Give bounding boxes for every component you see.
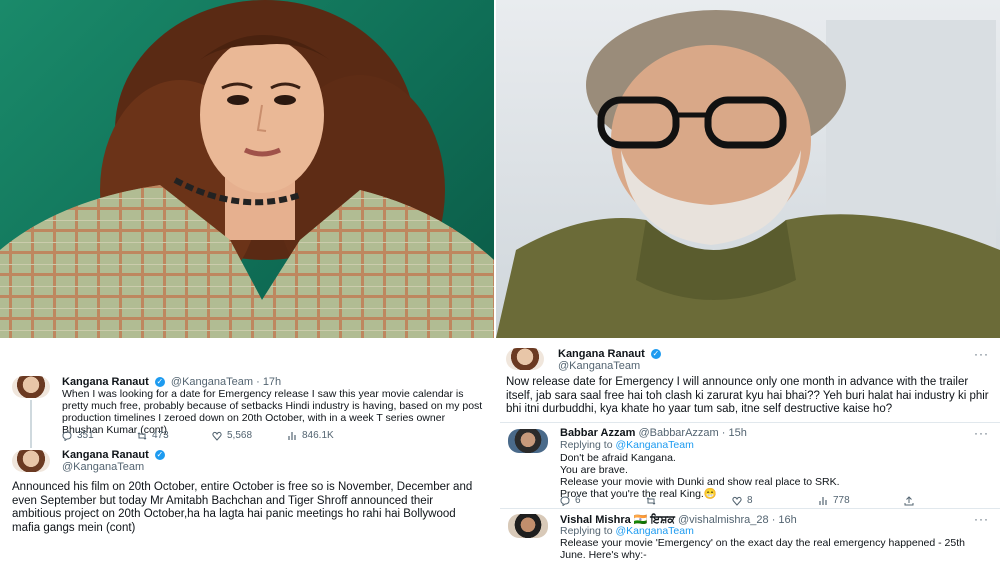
tweet-actions: 351 473 5,568 846.1K <box>62 430 362 441</box>
replying-to-link[interactable]: @KanganaTeam <box>615 525 693 537</box>
man-portrait-image <box>496 10 1000 338</box>
like-count: 8 <box>747 495 753 506</box>
view-count: 778 <box>833 495 850 506</box>
views-button[interactable]: 778 <box>818 495 904 506</box>
replying-label: Replying to <box>560 439 613 451</box>
verified-badge-icon: ✓ <box>154 450 165 461</box>
author-name[interactable]: Kangana Ranaut <box>62 449 149 461</box>
tweet-header: Kangana Ranaut ✓ @KanganaTeam · 17h <box>62 376 281 388</box>
more-options-icon[interactable]: ··· <box>974 347 989 361</box>
retweet-count: 473 <box>152 430 169 441</box>
views-chart-icon <box>288 431 296 440</box>
views-chart-icon <box>819 496 827 505</box>
author-handle[interactable]: @KanganaTeam <box>171 376 253 388</box>
avatar[interactable] <box>508 429 548 453</box>
replying-to-link[interactable]: @KanganaTeam <box>615 439 693 451</box>
author-handle[interactable]: @KanganaTeam <box>558 360 640 372</box>
more-options-icon[interactable]: ··· <box>974 426 989 440</box>
left-portrait-photo <box>0 0 494 338</box>
author-handle[interactable]: @BabbarAzzam <box>638 427 718 439</box>
tweet-time[interactable]: · 16h <box>772 514 797 526</box>
reply-text: Release your movie 'Emergency' on the ex… <box>560 537 965 561</box>
tweet-header: Babbar Azzam @BabbarAzzam · 15h <box>560 427 747 439</box>
reply-icon <box>62 430 72 441</box>
tweet-actions: 6 8 778 <box>560 495 934 506</box>
share-button[interactable] <box>904 495 934 506</box>
view-count: 846.1K <box>302 430 334 441</box>
avatar[interactable] <box>508 514 548 538</box>
share-icon <box>904 495 914 505</box>
reply-line: Don't be afraid Kangana. <box>560 452 676 464</box>
tweet-kangana-3[interactable]: Kangana Ranaut ✓ @KanganaTeam ··· Now re… <box>500 338 1000 423</box>
tweet-header: Kangana Ranaut ✓ @KanganaTeam <box>62 449 168 473</box>
replying-to: Replying to @KanganaTeam <box>560 525 694 537</box>
avatar[interactable] <box>506 348 544 370</box>
author-handle[interactable]: @KanganaTeam <box>62 461 144 473</box>
heart-icon <box>732 496 742 506</box>
heart-icon <box>212 431 222 441</box>
tweet-time[interactable]: · 15h <box>722 427 747 439</box>
tweet-time[interactable]: · 17h <box>256 376 281 388</box>
like-count: 5,568 <box>227 430 253 441</box>
reply-button[interactable]: 351 <box>62 430 137 441</box>
verified-badge-icon: ✓ <box>154 377 165 388</box>
author-name[interactable]: Babbar Azzam <box>560 427 635 439</box>
reply-text: Don't be afraid Kangana. You are brave. … <box>560 452 980 500</box>
replying-to: Replying to @KanganaTeam <box>560 439 694 451</box>
reply-vishal[interactable]: Vishal Mishra 🇮🇳 ਇਸ਼ਕ @vishalmishra_28 ·… <box>500 509 1000 562</box>
views-button[interactable]: 846.1K <box>287 430 362 441</box>
right-portrait-photo <box>496 0 1000 338</box>
more-options-icon[interactable]: ··· <box>974 512 989 526</box>
author-name[interactable]: Kangana Ranaut <box>62 376 149 388</box>
retweet-button[interactable] <box>646 495 732 506</box>
tweet-text: Now release date for Emergency I will an… <box>506 376 989 415</box>
avatar[interactable] <box>12 450 50 472</box>
reply-count: 6 <box>575 495 581 506</box>
right-tweets-panel: Kangana Ranaut ✓ @KanganaTeam ··· Now re… <box>500 338 1000 562</box>
like-button[interactable]: 5,568 <box>212 430 287 441</box>
woman-portrait-image <box>0 0 494 338</box>
tweet-header: Kangana Ranaut ✓ @KanganaTeam <box>558 348 664 372</box>
retweet-icon <box>137 431 147 440</box>
avatar[interactable] <box>12 376 50 398</box>
like-button[interactable]: 8 <box>732 495 818 506</box>
tweet-kangana-2[interactable]: Kangana Ranaut ✓ @KanganaTeam Announced … <box>0 448 500 562</box>
retweet-button[interactable]: 473 <box>137 430 212 441</box>
retweet-icon <box>646 496 656 505</box>
tweet-kangana-1[interactable]: Kangana Ranaut ✓ @KanganaTeam · 17h When… <box>0 338 500 448</box>
replying-label: Replying to <box>560 525 613 537</box>
reply-line: Release your movie with Dunki and show r… <box>560 476 840 488</box>
tweet-text: When I was looking for a date for Emerge… <box>62 388 483 436</box>
author-name[interactable]: Kangana Ranaut <box>558 348 645 360</box>
reply-button[interactable]: 6 <box>560 495 646 506</box>
reply-count: 351 <box>77 430 94 441</box>
reply-icon <box>560 495 570 506</box>
reply-babbar[interactable]: Babbar Azzam @BabbarAzzam · 15h ··· Repl… <box>500 423 1000 508</box>
left-tweets-panel: Kangana Ranaut ✓ @KanganaTeam · 17h When… <box>0 338 500 562</box>
reply-line: You are brave. <box>560 464 628 476</box>
verified-badge-icon: ✓ <box>650 349 661 360</box>
tweet-text: Announced his film on 20th October, enti… <box>12 481 473 534</box>
thread-line <box>30 400 32 448</box>
